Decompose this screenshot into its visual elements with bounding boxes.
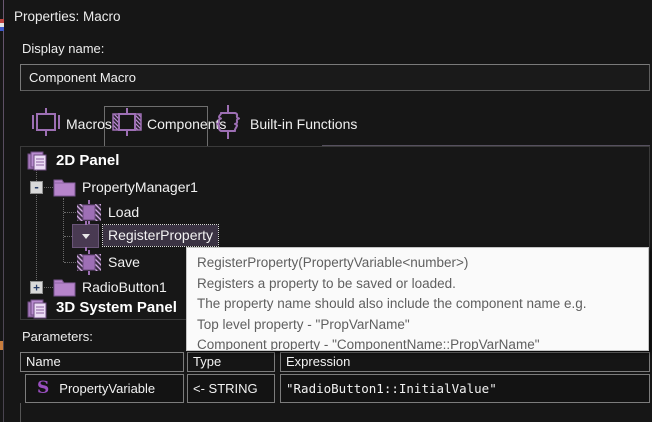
edge-marker-orange (0, 341, 3, 350)
component-block-icon[interactable] (76, 200, 102, 225)
param-type-cell[interactable]: <- STRING (187, 374, 275, 403)
macro-icon (31, 107, 61, 137)
caret-down-icon (82, 234, 90, 239)
icon-pin (85, 221, 87, 225)
tree-connector (64, 212, 76, 213)
folder-icon[interactable] (52, 176, 77, 197)
tab-builtin-functions-label[interactable]: Built-in Functions (250, 116, 357, 132)
tree-item-2d-panel-label[interactable]: 2D Panel (56, 152, 119, 169)
panel-pages-icon (26, 149, 50, 173)
tree-connector (36, 195, 37, 282)
tab-macros-label[interactable]: Macros (66, 116, 112, 132)
tree-connector (64, 236, 72, 237)
tree-connector (64, 262, 76, 263)
tree-item-2d-panel[interactable] (26, 149, 50, 173)
tab-macros[interactable] (31, 107, 61, 137)
collapse-expander-plus[interactable]: + (30, 281, 43, 294)
table-left-border (20, 403, 21, 422)
tree-item-3d-system-panel-label[interactable]: 3D System Panel (56, 299, 177, 316)
component-icon (111, 107, 143, 137)
display-name-label: Display name: (22, 41, 104, 56)
column-header-name: Name (20, 352, 184, 372)
tooltip-line: RegisterProperty(PropertyVariable<number… (197, 253, 642, 274)
tooltip-line: Registers a property to be saved or load… (197, 274, 642, 295)
tab-components[interactable] (111, 107, 143, 137)
panel-pages-icon[interactable] (26, 297, 50, 321)
tree-item-save-label[interactable]: Save (108, 254, 140, 270)
tooltip-line: The property name should also include th… (197, 294, 642, 315)
display-name-input[interactable]: Component Macro (20, 64, 650, 91)
tooltip-line: Top level property - "PropVarName" (197, 315, 642, 336)
edge-marker-blue (0, 27, 4, 31)
component-block-icon[interactable] (76, 250, 102, 275)
column-header-expression: Expression (280, 352, 650, 372)
properties-panel: Properties: Macro Display name: Componen… (0, 0, 652, 422)
tree-item-radiobutton1-label[interactable]: RadioButton1 (82, 279, 167, 295)
tab-builtin-functions[interactable] (213, 104, 243, 140)
tree-item-load-label[interactable]: Load (108, 204, 139, 220)
dropdown-caret-icon[interactable] (72, 224, 99, 248)
panel-edge-divider[interactable] (3, 0, 4, 422)
function-tooltip: RegisterProperty(PropertyVariable<number… (186, 247, 649, 351)
param-name-value: PropertyVariable (59, 375, 155, 402)
builtin-function-icon (213, 104, 243, 140)
column-header-type: Type (187, 352, 275, 372)
folder-icon[interactable] (52, 276, 77, 297)
panel-title: Properties: Macro (14, 9, 121, 24)
parameters-label: Parameters: (22, 329, 93, 344)
tree-item-propertymanager1-label[interactable]: PropertyManager1 (82, 179, 198, 195)
tree-connector (63, 198, 64, 262)
tooltip-line: Component property - "ComponentName::Pro… (197, 335, 642, 351)
string-type-icon: S (37, 375, 49, 402)
param-expression-cell[interactable]: "RadioButton1::InitialValue" (280, 374, 650, 403)
param-name-cell[interactable]: S PropertyVariable (25, 374, 184, 403)
tree-item-registerproperty-label[interactable]: RegisterProperty (103, 225, 218, 246)
collapse-expander-minus[interactable]: - (30, 181, 43, 194)
